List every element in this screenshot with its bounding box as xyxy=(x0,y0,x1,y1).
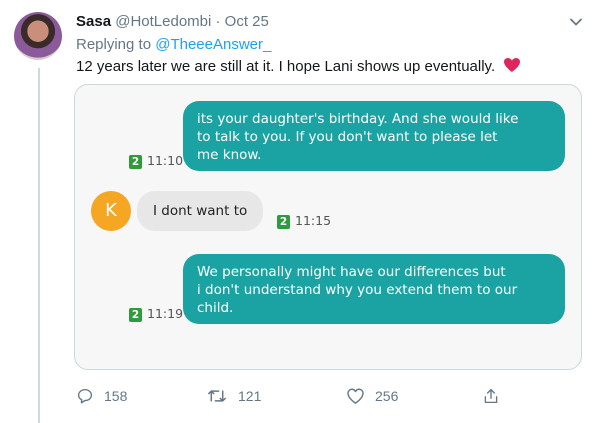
message-line: its your daughter's birthday. And she wo… xyxy=(197,111,519,127)
header-separator: · xyxy=(215,13,221,30)
delivery-badge: 2 xyxy=(277,215,290,229)
message-line: We personally might have our differences… xyxy=(197,264,506,280)
message-line: i don't understand why you extend them t… xyxy=(197,282,518,298)
tweet-date[interactable]: Oct 25 xyxy=(225,13,269,30)
heart-outline-icon xyxy=(347,388,364,404)
thread-line xyxy=(38,68,40,423)
reply-button[interactable]: 158 xyxy=(76,384,127,408)
delivery-badge: 2 xyxy=(129,308,142,322)
message-line: me know. xyxy=(197,147,262,163)
message-time: 11:10 xyxy=(147,153,184,168)
message-line: child. xyxy=(197,300,234,316)
share-icon xyxy=(484,388,498,404)
message-meta-3: 2 11:19 xyxy=(129,306,183,322)
chat-screenshot-image[interactable]: its your daughter's birthday. And she wo… xyxy=(74,84,582,370)
tweet-text: 12 years later we are still at it. I hop… xyxy=(76,57,521,77)
author-handle[interactable]: @HotLedombi xyxy=(115,13,211,30)
author-name[interactable]: Sasa xyxy=(76,13,111,30)
message-text: I dont want to xyxy=(153,203,248,219)
reply-icon xyxy=(77,388,93,404)
retweet-icon xyxy=(208,390,226,402)
author-avatar[interactable] xyxy=(14,12,62,60)
replying-prefix: Replying to xyxy=(76,36,152,53)
message-time: 11:19 xyxy=(147,306,184,321)
chevron-down-icon[interactable] xyxy=(568,14,584,30)
message-meta-1: 2 11:10 xyxy=(129,153,183,169)
sender-avatar: K xyxy=(91,191,131,231)
delivery-badge: 2 xyxy=(129,155,142,169)
like-button[interactable]: 256 xyxy=(346,384,398,408)
tweet-header: Sasa @HotLedombi · Oct 25 xyxy=(76,13,269,30)
message-line: to talk to you. If you don't want to ple… xyxy=(197,129,498,145)
red-heart-icon xyxy=(503,57,521,77)
message-time: 11:15 xyxy=(295,213,332,228)
reply-count: 158 xyxy=(104,388,128,404)
chat-message-outgoing-2: We personally might have our differences… xyxy=(183,254,565,324)
tweet-text-content: 12 years later we are still at it. I hop… xyxy=(76,58,496,75)
tweet-actions: 158 121 256 xyxy=(76,384,506,408)
chat-message-outgoing-1: its your daughter's birthday. And she wo… xyxy=(183,101,565,171)
replying-to: Replying to @TheeeAnswer_ xyxy=(76,36,271,53)
retweet-count: 121 xyxy=(238,388,262,404)
replying-to-mention[interactable]: @TheeeAnswer_ xyxy=(155,36,271,53)
share-button[interactable] xyxy=(482,384,510,408)
chat-message-incoming: I dont want to xyxy=(137,191,264,231)
message-meta-2: 2 11:15 xyxy=(277,213,331,229)
retweet-button[interactable]: 121 xyxy=(206,384,261,408)
like-count: 256 xyxy=(375,388,399,404)
